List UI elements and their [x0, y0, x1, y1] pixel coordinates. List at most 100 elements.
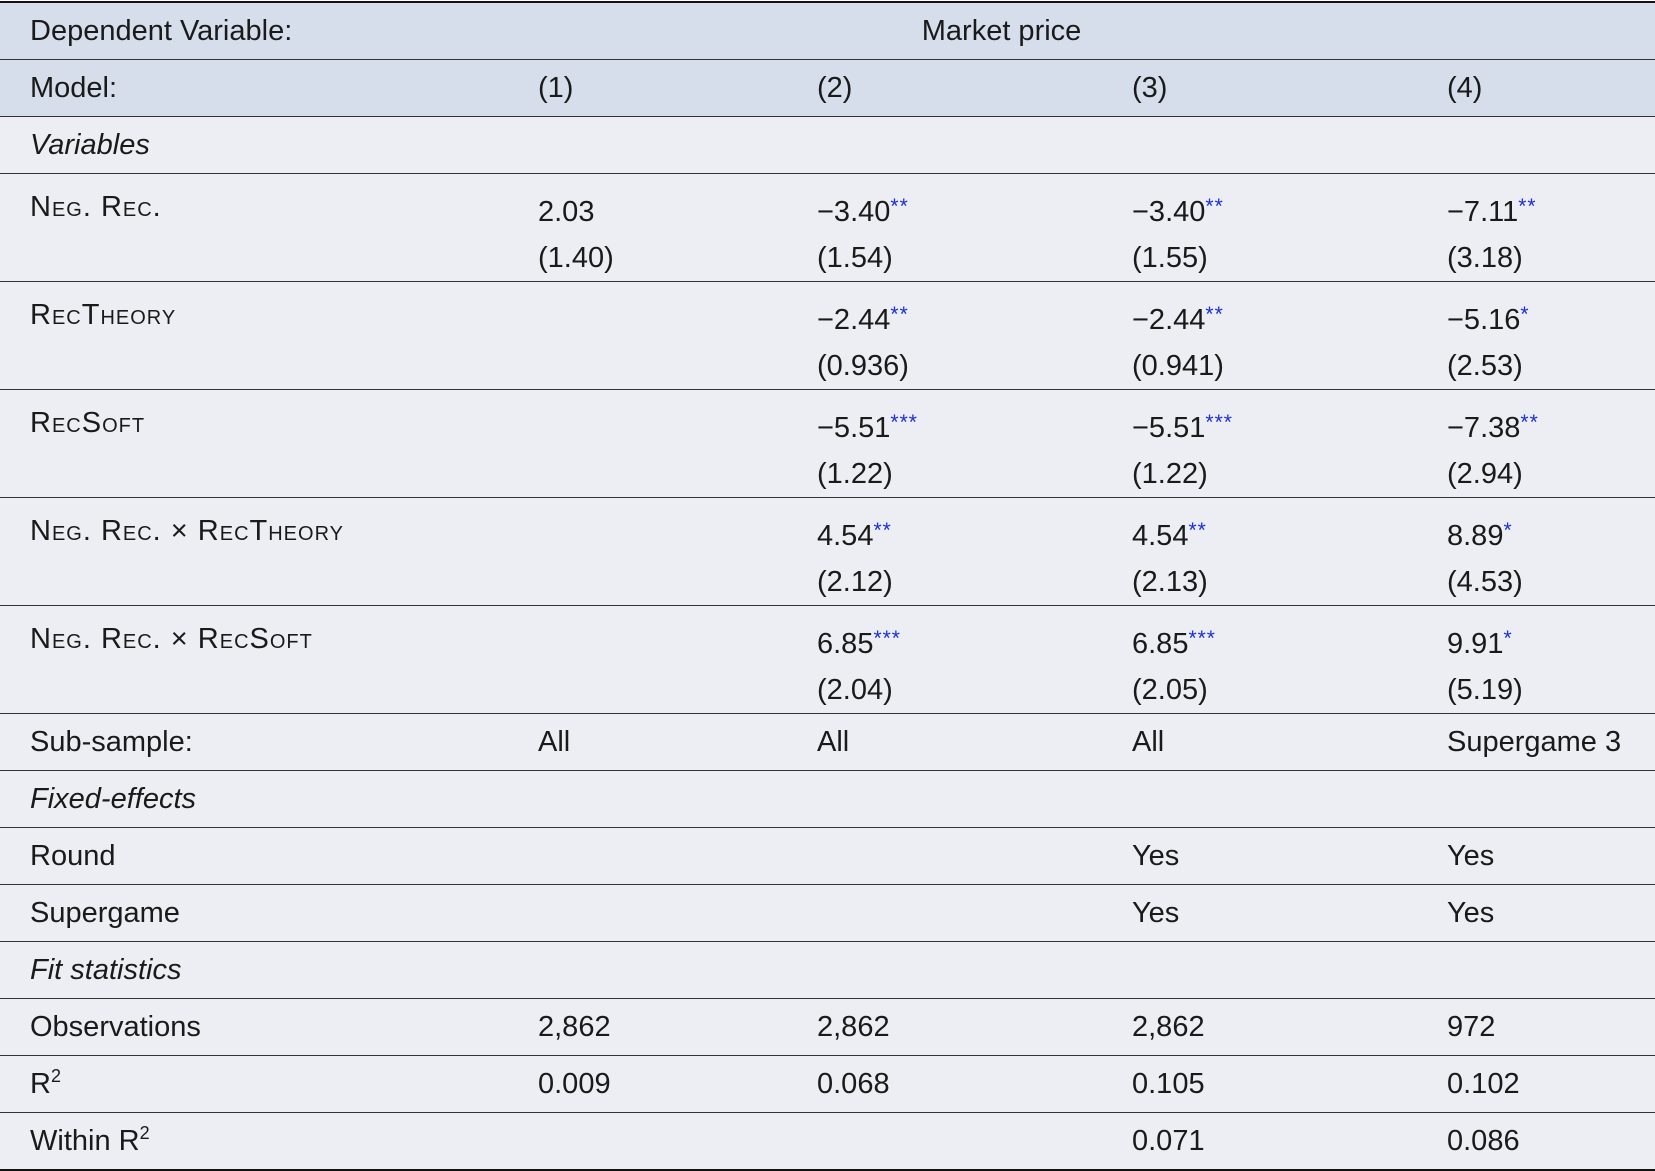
variable-name-text: Neg. Rec. × RecTheory: [30, 515, 344, 547]
coefficient-value: −5.51: [1132, 412, 1206, 444]
section-fit-statistics-row-label: Fit statistics: [0, 941, 1655, 999]
coefficient-value: −2.44: [1132, 304, 1206, 336]
coefficient: 4.54**: [817, 508, 1132, 559]
model-header-4: (4): [1447, 59, 1655, 117]
variable-label: Neg. Rec. × RecTheory: [0, 497, 538, 606]
standard-error: (0.936): [817, 350, 909, 382]
section-variables-row: Variables: [0, 116, 1655, 174]
fixed-effect-row-value-2: [817, 884, 1132, 942]
significance-stars: ***: [873, 627, 901, 650]
coefficient: −5.16*: [1447, 292, 1655, 343]
variable-label: Neg. Rec. × RecSoft: [0, 605, 538, 714]
model-3-estimate: 4.54** (2.13): [1132, 497, 1447, 606]
coefficient: −5.51***: [1132, 400, 1447, 451]
coefficient-value: −7.11: [1447, 196, 1519, 228]
coefficient: −3.40**: [817, 184, 1132, 235]
observations-row: Observations 2,862 2,862 2,862 972: [0, 998, 1655, 1056]
model-3-estimate: −5.51*** (1.22): [1132, 389, 1447, 498]
significance-stars: *: [1520, 303, 1530, 326]
variable-name-text: RecTheory: [30, 299, 177, 331]
r2-row-value-3: 0.105: [1132, 1055, 1447, 1113]
significance-stars: ***: [1188, 627, 1216, 650]
standard-error: (1.40): [538, 242, 614, 274]
subsample-row-value-1: All: [538, 713, 817, 771]
within-r2-row-value-2: [817, 1112, 1132, 1171]
variable-name-text: Neg. Rec. × RecSoft: [30, 623, 313, 655]
model-1-estimate: [538, 497, 817, 606]
significance-stars: **: [1520, 411, 1539, 434]
fixed-effect-row-label: Supergame: [0, 884, 538, 942]
significance-stars: *: [1503, 519, 1513, 542]
variable-row: RecSoft −5.51*** (1.22) −5.51*** (1.22) −7.38…: [0, 389, 1655, 498]
model-1-estimate: [538, 281, 817, 390]
significance-stars: **: [1518, 195, 1537, 218]
coefficient: 6.85***: [817, 616, 1132, 667]
coefficient: 2.03: [538, 184, 817, 235]
r2-row-value-4: 0.102: [1447, 1055, 1655, 1113]
standard-error: (2.13): [1132, 566, 1208, 598]
model-4-estimate: −5.16* (2.53): [1447, 281, 1655, 390]
coefficient: 8.89*: [1447, 508, 1655, 559]
subsample-row-value-3: All: [1132, 713, 1447, 771]
r2-row-label: R2: [0, 1055, 538, 1113]
standard-error: (1.22): [1132, 458, 1208, 490]
variable-label: RecTheory: [0, 281, 538, 390]
model-4-estimate: −7.38** (2.94): [1447, 389, 1655, 498]
within-r2-row-label-text: Within R: [30, 1124, 140, 1157]
variable-name-text: Neg. Rec.: [30, 191, 162, 223]
significance-stars: **: [1205, 303, 1224, 326]
r2-row-label-superscript: 2: [50, 1065, 61, 1086]
observations-row-value-4: 972: [1447, 998, 1655, 1056]
observations-row-value-1: 2,862: [538, 998, 817, 1056]
coefficient-value: 6.85: [1132, 628, 1189, 660]
coefficient-value: −3.40: [1132, 196, 1206, 228]
significance-stars: **: [1188, 519, 1207, 542]
standard-error: (1.55): [1132, 242, 1208, 274]
coefficient-value: 2.03: [538, 196, 595, 228]
model-2-estimate: −3.40** (1.54): [817, 173, 1132, 282]
model-row: Model: (1) (2) (3) (4): [0, 59, 1655, 117]
section-fit-statistics-row: Fit statistics: [0, 941, 1655, 999]
model-2-estimate: −2.44** (0.936): [817, 281, 1132, 390]
within-r2-row: Within R2 0.071 0.086: [0, 1112, 1655, 1171]
standard-error: (1.22): [817, 458, 893, 490]
within-r2-row-label-superscript: 2: [139, 1122, 150, 1143]
section-fixed-effects-row: Fixed-effects: [0, 770, 1655, 828]
significance-stars: **: [890, 303, 909, 326]
variable-label: Neg. Rec.: [0, 173, 538, 282]
observations-row-value-3: 2,862: [1132, 998, 1447, 1056]
standard-error: (0.941): [1132, 350, 1224, 382]
model-2-estimate: 6.85*** (2.04): [817, 605, 1132, 714]
fixed-effect-row-label: Round: [0, 827, 538, 885]
fixed-effect-row-value-4: Yes: [1447, 827, 1655, 885]
variable-label: RecSoft: [0, 389, 538, 498]
significance-stars: **: [890, 195, 909, 218]
coefficient: −5.51***: [817, 400, 1132, 451]
dependent-variable-row: Dependent Variable: Market price: [0, 1, 1655, 60]
coefficient-value: 8.89: [1447, 520, 1504, 552]
variable-row: Neg. Rec. × RecSoft 6.85*** (2.04) 6.85***(…: [0, 605, 1655, 714]
variable-name-text: RecSoft: [30, 407, 146, 439]
model-1-estimate: 2.03 (1.40): [538, 173, 817, 282]
model-1-estimate: [538, 389, 817, 498]
model-4-estimate: 9.91* (5.19): [1447, 605, 1655, 714]
significance-stars: **: [873, 519, 892, 542]
regression-table-page: Dependent Variable: Market price Model: …: [0, 0, 1655, 1171]
coefficient: 6.85***: [1132, 616, 1447, 667]
coefficient: −7.38**: [1447, 400, 1655, 451]
coefficient: −2.44**: [1132, 292, 1447, 343]
dependent-variable-value: Market price: [538, 1, 1655, 60]
coefficient: 4.54**: [1132, 508, 1447, 559]
model-header-3: (3): [1132, 59, 1447, 117]
coefficient-value: −7.38: [1447, 412, 1521, 444]
significance-stars: ***: [1205, 411, 1233, 434]
coefficient-value: 6.85: [817, 628, 874, 660]
fixed-effect-row-value-3: Yes: [1132, 827, 1447, 885]
standard-error: (2.53): [1447, 350, 1523, 382]
model-4-estimate: 8.89* (4.53): [1447, 497, 1655, 606]
r2-row: R2 0.009 0.068 0.105 0.102: [0, 1055, 1655, 1113]
fixed-effect-row-value-4: Yes: [1447, 884, 1655, 942]
fixed-effect-row-value-1: [538, 884, 817, 942]
model-1-estimate: [538, 605, 817, 714]
standard-error: (2.04): [817, 674, 893, 706]
